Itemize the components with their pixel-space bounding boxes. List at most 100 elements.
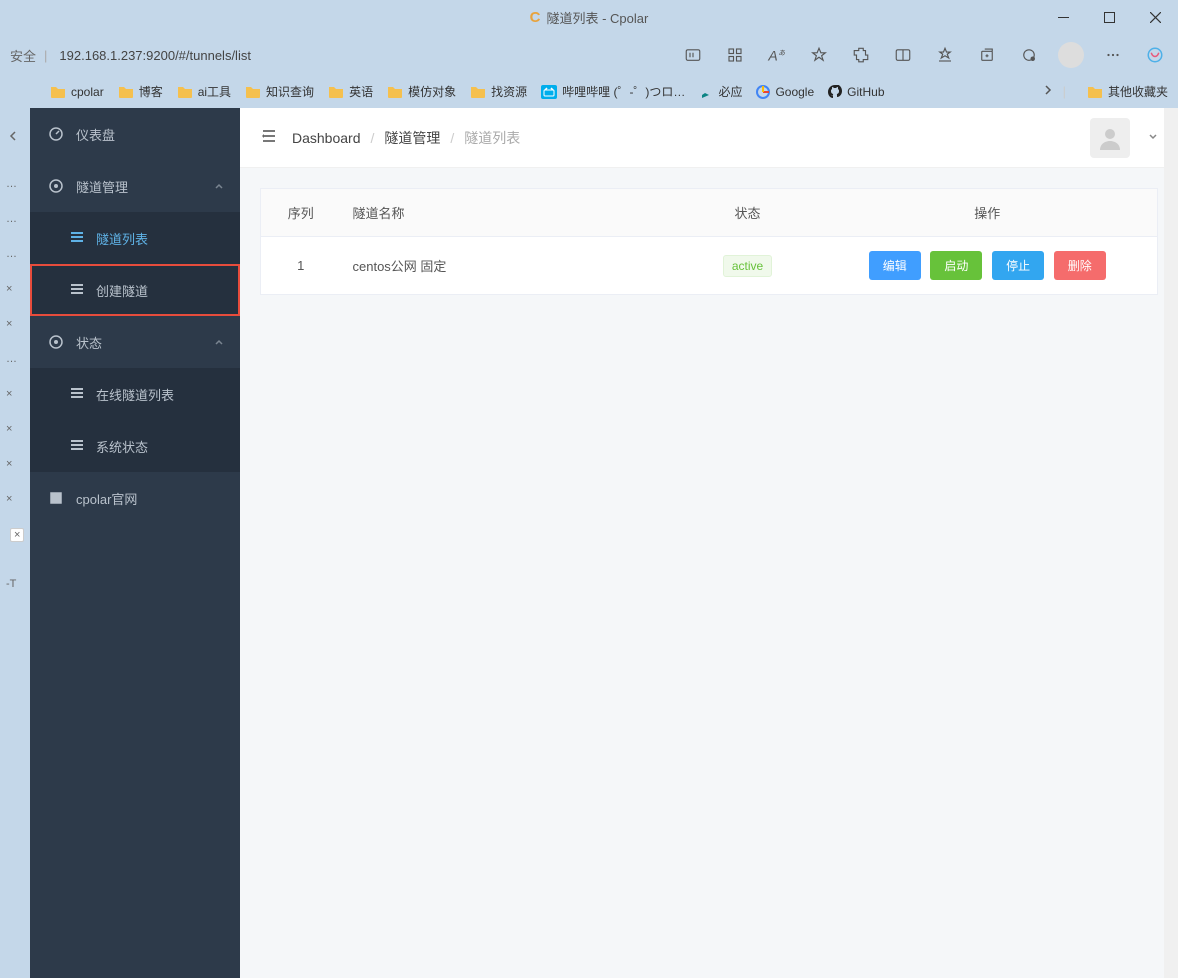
external-link-icon: [48, 491, 64, 505]
bookmark-separator: |: [1063, 84, 1066, 99]
nav-official-label: cpolar官网: [76, 489, 137, 508]
bookmark-other-folder[interactable]: 其他收藏夹: [1087, 83, 1168, 100]
tunnel-icon: [48, 178, 64, 194]
url-separator: |: [44, 48, 47, 63]
breadcrumb-tunnel-mgmt[interactable]: 隧道管理: [384, 128, 440, 148]
text-size-icon[interactable]: Aぁ: [760, 38, 794, 72]
nav-sys-status-label: 系统状态: [96, 437, 148, 456]
tab-indicator[interactable]: …: [6, 213, 17, 225]
tab-close-icon[interactable]: ×: [6, 283, 12, 295]
tab-close-icon[interactable]: ×: [6, 493, 12, 505]
table-row: 1 centos公网 固定 active 编辑 启动 停止 删除: [261, 237, 1158, 295]
window-titlebar: C 隧道列表 - Cpolar: [0, 0, 1178, 35]
bookmark-overflow-icon[interactable]: [1042, 84, 1054, 99]
profile-avatar-icon[interactable]: [1054, 38, 1088, 72]
col-name-header: 隧道名称: [341, 189, 678, 237]
nav-tunnel-list-label: 隧道列表: [96, 229, 148, 248]
side-navigation: 仪表盘 隧道管理 隧道列表 创建隧道 状态 在线隧道列表 系统状态: [30, 108, 240, 978]
nav-tunnel-mgmt-label: 隧道管理: [76, 177, 128, 196]
tab-indicator[interactable]: …: [6, 248, 17, 260]
edit-button[interactable]: 编辑: [869, 251, 921, 280]
nav-dashboard[interactable]: 仪表盘: [30, 108, 240, 160]
split-screen-icon[interactable]: [886, 38, 920, 72]
window-close-button[interactable]: [1132, 0, 1178, 35]
nav-create-tunnel[interactable]: 创建隧道: [30, 264, 240, 316]
tab-close-icon[interactable]: ×: [6, 388, 12, 400]
breadcrumb-dashboard[interactable]: Dashboard: [292, 130, 361, 146]
nav-create-tunnel-label: 创建隧道: [96, 281, 148, 300]
window-minimize-button[interactable]: [1040, 0, 1086, 35]
window-title: 隧道列表 - Cpolar: [546, 8, 648, 27]
breadcrumb: Dashboard / 隧道管理 / 隧道列表: [292, 128, 520, 148]
list-icon: [70, 230, 84, 247]
list-icon: [70, 386, 84, 403]
browser-url-bar: 安全 | 192.168.1.237:9200/#/tunnels/list A…: [0, 35, 1178, 75]
nav-online-tunnel-list[interactable]: 在线隧道列表: [30, 368, 240, 420]
chevron-up-icon: [214, 335, 224, 350]
bookmark-resources[interactable]: 找资源: [470, 83, 527, 100]
breadcrumb-separator: /: [450, 130, 454, 146]
cell-seq: 1: [261, 237, 341, 295]
nav-official-site[interactable]: cpolar官网: [30, 472, 240, 524]
tab-tail-label: -T: [6, 578, 16, 590]
breadcrumb-separator: /: [371, 130, 375, 146]
browser-tools-icon[interactable]: [1012, 38, 1046, 72]
bookmark-github[interactable]: GitHub: [828, 85, 884, 99]
security-indicator[interactable]: 安全: [10, 46, 36, 65]
app-icon: C: [530, 9, 541, 26]
tab-collapse-icon[interactable]: [7, 130, 19, 145]
main-content: Dashboard / 隧道管理 / 隧道列表 序列 隧道名称 状态 操作: [240, 108, 1178, 978]
bookmark-bar: cpolar 博客 ai工具 知识查询 英语 模仿对象 找资源 哔哩哔哩 (゜-…: [0, 75, 1178, 108]
user-avatar[interactable]: [1090, 118, 1130, 158]
reader-mode-icon[interactable]: [676, 38, 710, 72]
extensions-icon[interactable]: [844, 38, 878, 72]
table-header-row: 序列 隧道名称 状态 操作: [261, 189, 1158, 237]
bookmark-imitation[interactable]: 模仿对象: [387, 83, 456, 100]
list-icon: [70, 282, 84, 299]
url-text[interactable]: 192.168.1.237:9200/#/tunnels/list: [59, 48, 251, 63]
nav-tunnel-management[interactable]: 隧道管理: [30, 160, 240, 212]
delete-button[interactable]: 删除: [1054, 251, 1106, 280]
tab-indicator[interactable]: …: [6, 353, 17, 365]
col-seq-header: 序列: [261, 189, 341, 237]
qr-icon[interactable]: [718, 38, 752, 72]
favorites-list-icon[interactable]: [928, 38, 962, 72]
nav-dashboard-label: 仪表盘: [76, 125, 115, 144]
list-icon: [70, 438, 84, 455]
user-menu-chevron-icon[interactable]: [1148, 130, 1158, 145]
tab-close-icon[interactable]: ×: [6, 423, 12, 435]
stop-button[interactable]: 停止: [992, 251, 1044, 280]
bookmark-ai-tools[interactable]: ai工具: [177, 83, 231, 100]
tab-close-icon[interactable]: ×: [6, 318, 12, 330]
start-button[interactable]: 启动: [930, 251, 982, 280]
bookmark-cpolar[interactable]: cpolar: [50, 85, 104, 99]
bookmark-knowledge[interactable]: 知识查询: [245, 83, 314, 100]
more-menu-icon[interactable]: [1096, 38, 1130, 72]
bookmark-bing[interactable]: 必应: [699, 83, 742, 100]
nav-tunnel-list[interactable]: 隧道列表: [30, 212, 240, 264]
tab-indicator[interactable]: …: [6, 178, 17, 190]
bookmark-google[interactable]: Google: [756, 85, 814, 99]
chevron-up-icon: [214, 179, 224, 194]
col-actions-header: 操作: [818, 189, 1158, 237]
content-topbar: Dashboard / 隧道管理 / 隧道列表: [240, 108, 1178, 168]
tab-indicator[interactable]: ×: [10, 528, 24, 542]
nav-status[interactable]: 状态: [30, 316, 240, 368]
tunnel-table: 序列 隧道名称 状态 操作 1 centos公网 固定 active 编辑 启动: [260, 188, 1158, 295]
tab-close-icon[interactable]: ×: [6, 458, 12, 470]
nav-online-list-label: 在线隧道列表: [96, 385, 174, 404]
collections-icon[interactable]: [970, 38, 1004, 72]
nav-system-status[interactable]: 系统状态: [30, 420, 240, 472]
window-maximize-button[interactable]: [1086, 0, 1132, 35]
bookmark-english[interactable]: 英语: [328, 83, 373, 100]
tab-strip: … … … × × … × × × × × -T: [0, 108, 30, 978]
status-icon: [48, 334, 64, 350]
bookmark-bilibili[interactable]: 哔哩哔哩 (゜-゜)つロ…: [541, 83, 685, 100]
status-badge: active: [723, 255, 772, 277]
col-status-header: 状态: [678, 189, 818, 237]
favorite-star-icon[interactable]: [802, 38, 836, 72]
copilot-icon[interactable]: [1138, 38, 1172, 72]
menu-toggle-icon[interactable]: [260, 127, 278, 148]
bookmark-blog[interactable]: 博客: [118, 83, 163, 100]
scrollbar-track[interactable]: [1164, 108, 1178, 978]
